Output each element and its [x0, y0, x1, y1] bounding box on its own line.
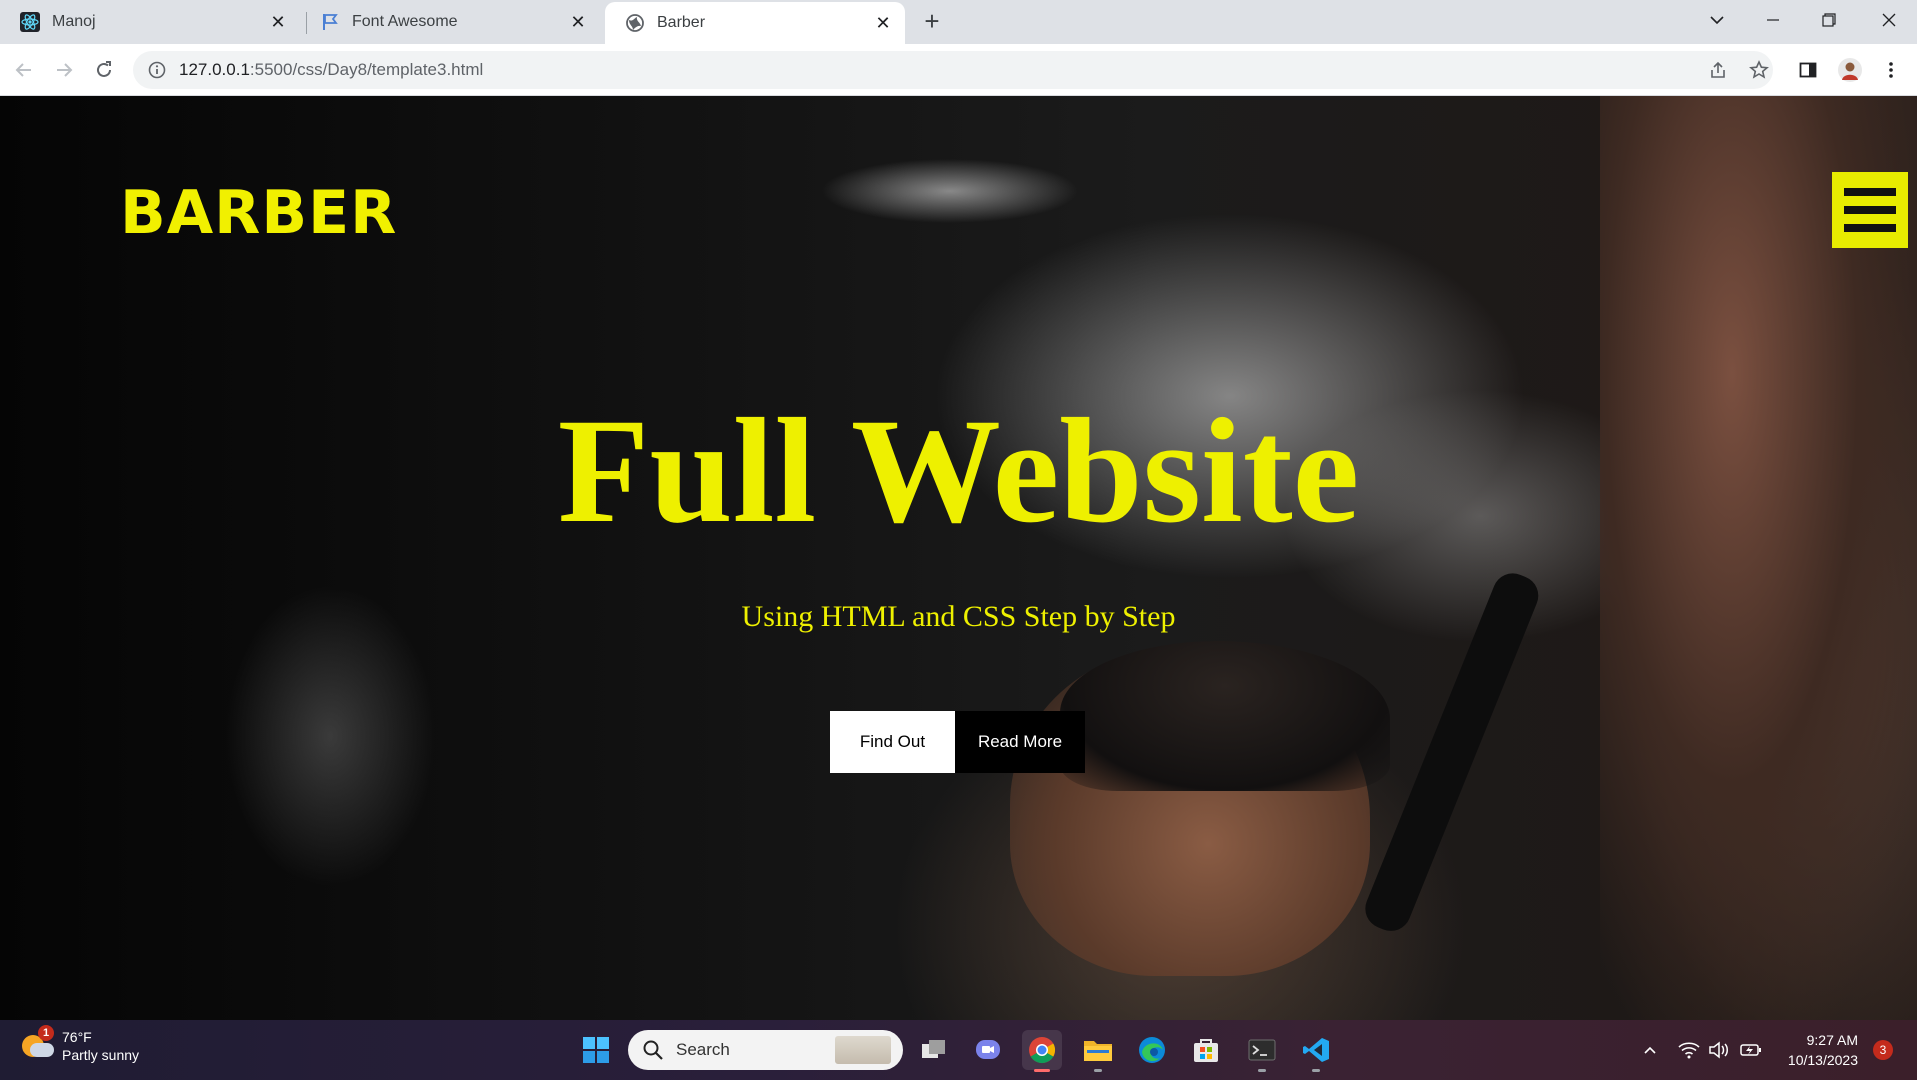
tab-close-icon[interactable]: ✕: [568, 12, 588, 32]
tab-barber[interactable]: Barber ✕: [605, 2, 905, 44]
search-placeholder: Search: [676, 1040, 730, 1059]
browser-menu-icon[interactable]: [1877, 56, 1905, 84]
teams-chat-icon[interactable]: [968, 1030, 1008, 1070]
url-path: :5500/css/Day8/template3.html: [249, 60, 484, 79]
edge-icon[interactable]: [1132, 1030, 1172, 1070]
microsoft-store-icon[interactable]: [1186, 1030, 1226, 1070]
profile-avatar[interactable]: [1836, 56, 1864, 84]
notification-badge[interactable]: 3: [1873, 1040, 1893, 1060]
share-icon[interactable]: [1704, 56, 1732, 84]
bookmark-star-icon[interactable]: [1745, 56, 1773, 84]
back-arrow-icon[interactable]: [8, 54, 40, 86]
tab-title: Barber: [657, 14, 706, 31]
tab-font-awesome[interactable]: Font Awesome ✕: [300, 0, 600, 44]
site-info-icon[interactable]: [147, 60, 167, 80]
hero-title: Full Website: [557, 388, 1360, 554]
volume-icon[interactable]: [1706, 1034, 1732, 1066]
taskbar-search-box[interactable]: Search: [628, 1030, 903, 1070]
wifi-icon[interactable]: [1676, 1034, 1702, 1066]
tab-close-icon[interactable]: ✕: [873, 13, 893, 33]
close-window-icon[interactable]: [1861, 0, 1917, 40]
search-highlight-image: [835, 1036, 891, 1064]
windows-start-icon[interactable]: [576, 1030, 616, 1070]
tab-title: Font Awesome: [352, 13, 458, 30]
clock-date: 10/13/2023: [1787, 1052, 1858, 1068]
taskbar-clock[interactable]: 9:27 AM 10/13/2023: [1778, 1030, 1858, 1070]
chrome-icon[interactable]: [1022, 1030, 1062, 1072]
react-icon: [20, 12, 40, 32]
battery-charging-icon[interactable]: [1738, 1034, 1764, 1066]
hero-background-hair: [1060, 641, 1390, 791]
clock-time: 9:27 AM: [1806, 1032, 1858, 1048]
read-more-button[interactable]: Read More: [955, 711, 1085, 773]
forward-arrow-icon[interactable]: [48, 54, 80, 86]
tab-title: Manoj: [52, 13, 96, 30]
weather-widget[interactable]: 1 76°F Partly sunny: [20, 1025, 140, 1064]
tab-close-icon[interactable]: ✕: [268, 12, 288, 32]
terminal-icon[interactable]: [1242, 1030, 1282, 1072]
reload-icon[interactable]: [88, 54, 120, 86]
show-hidden-icons-chevron-icon[interactable]: [1638, 1034, 1662, 1066]
new-tab-plus-icon[interactable]: +: [918, 8, 946, 36]
hero-buttons: Find Out Read More: [830, 711, 1085, 773]
hamburger-menu-icon[interactable]: [1832, 172, 1908, 248]
address-bar[interactable]: 127.0.0.1:5500/css/Day8/template3.html: [133, 51, 1773, 89]
partly-sunny-icon: 1: [20, 1025, 54, 1063]
tab-manoj[interactable]: Manoj ✕: [0, 0, 300, 44]
flag-icon: [320, 12, 340, 32]
weather-desc: Partly sunny: [62, 1047, 140, 1063]
globe-icon: [625, 13, 645, 33]
restore-icon[interactable]: [1801, 0, 1857, 40]
task-view-icon[interactable]: [914, 1030, 954, 1070]
hero-subtitle: Using HTML and CSS Step by Step: [741, 600, 1176, 633]
browser-toolbar: 127.0.0.1:5500/css/Day8/template3.html: [0, 44, 1917, 96]
search-icon: [643, 1040, 663, 1060]
minimize-icon[interactable]: [1745, 0, 1801, 40]
site-logo[interactable]: BARBER: [120, 178, 397, 248]
find-out-button[interactable]: Find Out: [830, 711, 955, 773]
browser-tab-strip: Manoj ✕ Font Awesome ✕ Barber ✕ +: [0, 0, 1917, 44]
file-explorer-icon[interactable]: [1078, 1030, 1118, 1072]
hero-section: BARBER Full Website Using HTML and CSS S…: [0, 96, 1917, 1020]
url-host: 127.0.0.1: [179, 60, 250, 79]
tab-search-chevron-icon[interactable]: [1689, 0, 1745, 40]
weather-temp: 76°F: [62, 1029, 92, 1045]
vscode-icon[interactable]: [1296, 1030, 1336, 1072]
side-panel-icon[interactable]: [1794, 56, 1822, 84]
weather-badge: 1: [38, 1025, 54, 1041]
windows-taskbar: 1 76°F Partly sunny Search 9:27 AM 10/13…: [0, 1020, 1917, 1080]
